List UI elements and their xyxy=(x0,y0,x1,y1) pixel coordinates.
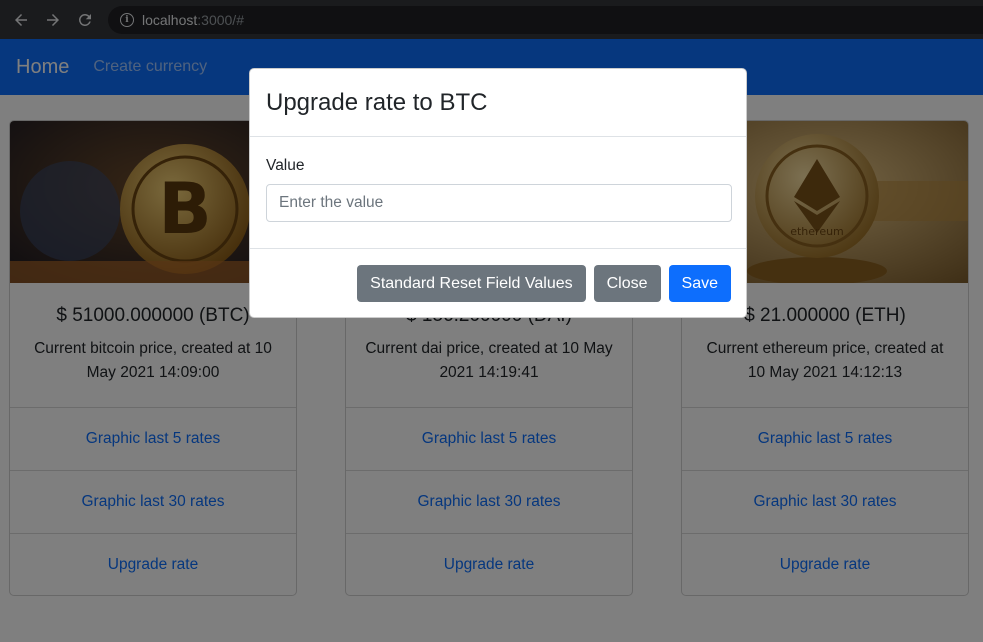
modal-title: Upgrade rate to BTC xyxy=(266,88,488,116)
value-label: Value xyxy=(266,157,305,174)
modal-footer: Standard Reset Field Values Close Save xyxy=(250,248,746,318)
modal-header: Upgrade rate to BTC xyxy=(250,69,746,137)
save-button[interactable]: Save xyxy=(668,265,731,302)
modal-body: Value xyxy=(250,137,746,248)
close-button[interactable]: Close xyxy=(593,265,661,302)
reset-field-values-button[interactable]: Standard Reset Field Values xyxy=(357,265,586,302)
upgrade-rate-modal: Upgrade rate to BTC Value Standard Reset… xyxy=(249,68,747,318)
value-input[interactable] xyxy=(266,184,732,222)
